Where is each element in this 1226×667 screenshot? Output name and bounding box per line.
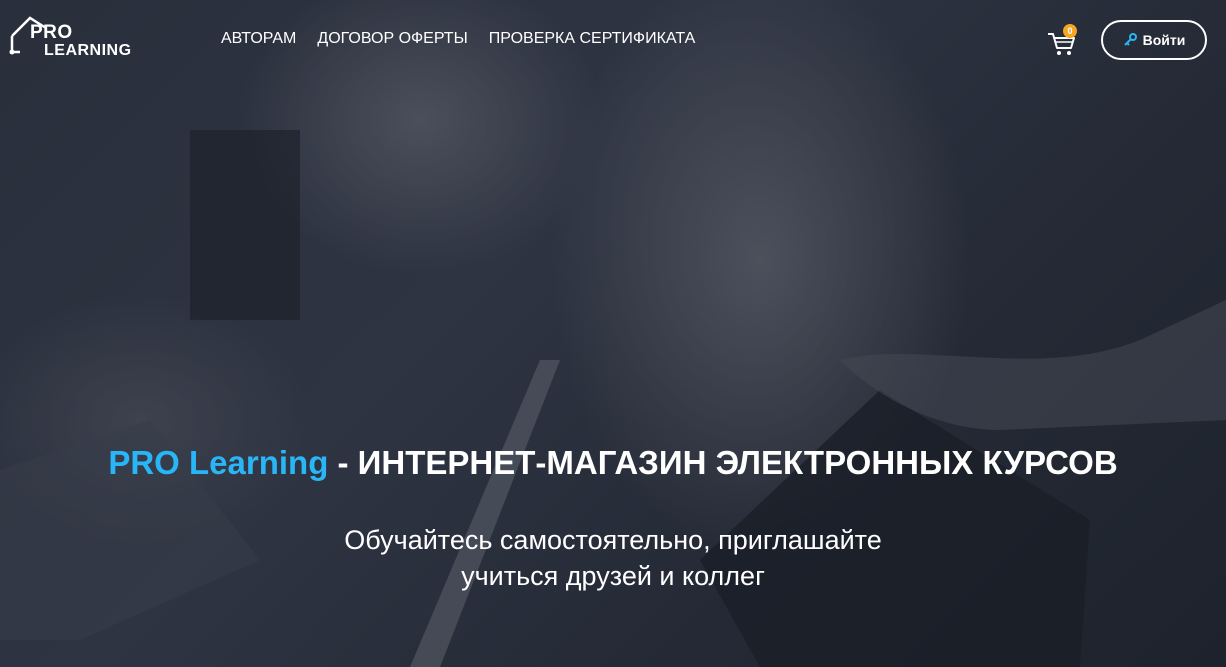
hero-section: PRO LEARNING АВТОРАМ ДОГОВОР ОФЕРТЫ ПРОВ… xyxy=(0,0,1226,667)
hero-subtitle-line-2: учиться друзей и коллег xyxy=(461,561,765,591)
hero-subtitle-line-1: Обучайтесь самостоятельно, приглашайте xyxy=(344,525,882,555)
main-nav: АВТОРАМ ДОГОВОР ОФЕРТЫ ПРОВЕРКА СЕРТИФИК… xyxy=(221,30,695,48)
site-header: PRO LEARNING АВТОРАМ ДОГОВОР ОФЕРТЫ ПРОВ… xyxy=(0,0,1226,82)
cart-count-badge: 0 xyxy=(1063,24,1077,38)
login-button[interactable]: Войти xyxy=(1101,20,1207,60)
hero-title-rest: - ИНТЕРНЕТ-МАГАЗИН ЭЛЕКТРОННЫХ КУРСОВ xyxy=(328,444,1118,481)
logo[interactable]: PRO LEARNING xyxy=(8,14,138,64)
key-icon xyxy=(1123,33,1137,46)
nav-item-certificate-check[interactable]: ПРОВЕРКА СЕРТИФИКАТА xyxy=(489,30,696,48)
hero-brand-name: PRO Learning xyxy=(108,444,329,481)
cart-button[interactable]: 0 xyxy=(1046,24,1084,58)
hero-subtitle: Обучайтесь самостоятельно, приглашайте у… xyxy=(0,522,1226,594)
logo-text-pro: PRO xyxy=(30,22,73,43)
nav-item-authors[interactable]: АВТОРАМ xyxy=(221,30,296,48)
hero-headline: PRO Learning - ИНТЕРНЕТ-МАГАЗИН ЭЛЕКТРОН… xyxy=(0,444,1226,482)
nav-item-offer-agreement[interactable]: ДОГОВОР ОФЕРТЫ xyxy=(317,30,467,48)
logo-text-learning: LEARNING xyxy=(44,42,132,59)
login-label: Войти xyxy=(1142,32,1186,48)
